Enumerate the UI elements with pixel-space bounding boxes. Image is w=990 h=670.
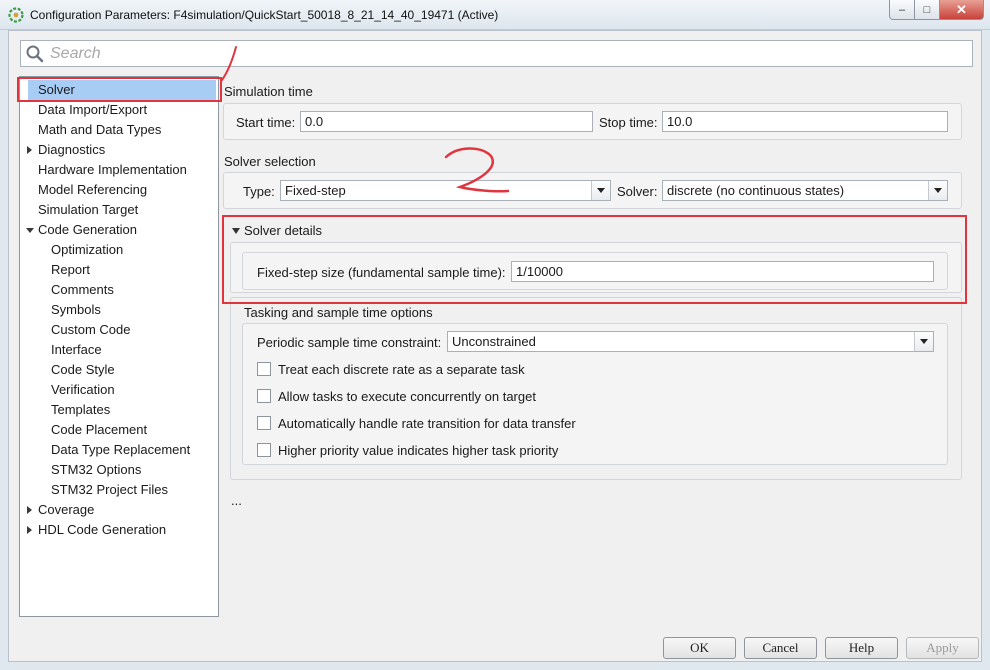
tree-item-stm32-project-files[interactable]: STM32 Project Files bbox=[51, 480, 168, 500]
fixed-step-size-label: Fixed-step size (fundamental sample time… bbox=[257, 265, 506, 280]
tree-item-label: Coverage bbox=[38, 502, 95, 517]
tree-item-label: Comments bbox=[51, 282, 114, 297]
simulink-app-icon bbox=[8, 7, 24, 23]
tree-item-label: STM32 Options bbox=[51, 462, 142, 477]
periodic-constraint-dropdown[interactable]: Unconstrained bbox=[447, 331, 934, 352]
stop-time-label: Stop time: bbox=[599, 115, 658, 130]
tree-item-label: Diagnostics bbox=[38, 142, 106, 157]
tree-item-coverage[interactable]: Coverage bbox=[26, 500, 94, 520]
tree-item-interface[interactable]: Interface bbox=[51, 340, 102, 360]
rate-transition-label: Automatically handle rate transition for… bbox=[278, 416, 576, 431]
window-controls: – □ ✕ bbox=[889, 0, 984, 22]
tree-item-label: Math and Data Types bbox=[38, 122, 162, 137]
tree-item-label: Hardware Implementation bbox=[38, 162, 187, 177]
tree-item-label: Report bbox=[51, 262, 91, 277]
collapse-arrow-icon[interactable] bbox=[26, 228, 34, 233]
higher-priority-label: Higher priority value indicates higher t… bbox=[278, 443, 559, 458]
expand-arrow-icon[interactable] bbox=[27, 526, 32, 534]
chevron-down-icon[interactable] bbox=[928, 181, 947, 200]
tree-item-label: Templates bbox=[51, 402, 111, 417]
stop-time-field[interactable]: 10.0 bbox=[662, 111, 948, 132]
tree-item-stm32-options[interactable]: STM32 Options bbox=[51, 460, 141, 480]
expand-arrow-icon[interactable] bbox=[27, 506, 32, 514]
tree-item-model-referencing[interactable]: Model Referencing bbox=[38, 180, 147, 200]
separate-task-label: Treat each discrete rate as a separate t… bbox=[278, 362, 525, 377]
tree-item-templates[interactable]: Templates bbox=[51, 400, 110, 420]
tree-item-label: Data Type Replacement bbox=[51, 442, 191, 457]
fixed-step-size-field[interactable]: 1/10000 bbox=[511, 261, 934, 282]
tree-item-comments[interactable]: Comments bbox=[51, 280, 114, 300]
tree-item-diagnostics[interactable]: Diagnostics bbox=[26, 140, 105, 160]
solver-dropdown[interactable]: discrete (no continuous states) bbox=[662, 180, 948, 201]
solver-details-heading: Solver details bbox=[244, 223, 323, 238]
tree-item-label: Symbols bbox=[51, 302, 101, 317]
tree-item-math-and-data-types[interactable]: Math and Data Types bbox=[38, 120, 161, 140]
window-title: Configuration Parameters: F4simulation/Q… bbox=[30, 8, 499, 22]
title-bar: Configuration Parameters: F4simulation/Q… bbox=[0, 0, 990, 30]
tree-item-hardware-implementation[interactable]: Hardware Implementation bbox=[38, 160, 187, 180]
search-box[interactable] bbox=[20, 40, 973, 67]
category-tree[interactable]: Solver Data Import/Export Math and Data … bbox=[19, 76, 219, 617]
tree-item-data-type-replacement[interactable]: Data Type Replacement bbox=[51, 440, 190, 460]
tree-item-label: Model Referencing bbox=[38, 182, 148, 197]
tree-item-code-style[interactable]: Code Style bbox=[51, 360, 115, 380]
tree-item-code-placement[interactable]: Code Placement bbox=[51, 420, 147, 440]
dialog-client-area: Solver Data Import/Export Math and Data … bbox=[8, 30, 982, 662]
search-icon bbox=[26, 45, 44, 63]
tree-item-symbols[interactable]: Symbols bbox=[51, 300, 101, 320]
minimize-button[interactable]: – bbox=[889, 0, 915, 20]
tree-item-custom-code[interactable]: Custom Code bbox=[51, 320, 130, 340]
close-button[interactable]: ✕ bbox=[940, 0, 984, 20]
solver-label: Solver: bbox=[617, 184, 658, 199]
maximize-button[interactable]: □ bbox=[915, 0, 940, 20]
tree-item-label: Code Generation bbox=[38, 222, 138, 237]
type-dropdown-value: Fixed-step bbox=[285, 183, 346, 198]
expand-arrow-icon[interactable] bbox=[27, 146, 32, 154]
tree-item-verification[interactable]: Verification bbox=[51, 380, 115, 400]
collapse-arrow-icon[interactable] bbox=[232, 228, 240, 234]
tree-item-label: Optimization bbox=[51, 242, 124, 257]
tree-item-label: HDL Code Generation bbox=[38, 522, 167, 537]
simulation-time-heading: Simulation time bbox=[224, 84, 313, 99]
solver-selection-heading: Solver selection bbox=[224, 154, 316, 169]
tree-item-solver[interactable]: Solver bbox=[28, 80, 216, 100]
separate-task-checkbox[interactable] bbox=[257, 362, 271, 376]
rate-transition-checkbox[interactable] bbox=[257, 416, 271, 430]
cancel-button[interactable]: Cancel bbox=[744, 637, 817, 659]
tree-item-label: Data Import/Export bbox=[38, 102, 148, 117]
type-dropdown[interactable]: Fixed-step bbox=[280, 180, 611, 201]
tree-item-label: Simulation Target bbox=[38, 202, 139, 217]
search-input[interactable] bbox=[48, 43, 948, 64]
tree-item-optimization[interactable]: Optimization bbox=[51, 240, 123, 260]
tree-item-simulation-target[interactable]: Simulation Target bbox=[38, 200, 138, 220]
start-time-label: Start time: bbox=[236, 115, 296, 130]
tree-item-label: Interface bbox=[51, 342, 102, 357]
periodic-constraint-value: Unconstrained bbox=[452, 334, 536, 349]
tree-item-label: STM32 Project Files bbox=[51, 482, 169, 497]
more-options-ellipsis[interactable]: ... bbox=[231, 493, 242, 508]
tree-item-label: Verification bbox=[51, 382, 115, 397]
tree-item-label: Solver bbox=[38, 82, 75, 97]
solver-dropdown-value: discrete (no continuous states) bbox=[667, 183, 845, 198]
chevron-down-icon[interactable] bbox=[914, 332, 933, 351]
tree-item-data-import-export[interactable]: Data Import/Export bbox=[38, 100, 147, 120]
tree-item-label: Custom Code bbox=[51, 322, 131, 337]
tree-item-report[interactable]: Report bbox=[51, 260, 90, 280]
higher-priority-checkbox[interactable] bbox=[257, 443, 271, 457]
solver-details-header[interactable]: Solver details bbox=[231, 223, 322, 238]
tree-item-hdl-code-generation[interactable]: HDL Code Generation bbox=[26, 520, 166, 540]
ok-button[interactable]: OK bbox=[663, 637, 736, 659]
type-label: Type: bbox=[243, 184, 275, 199]
periodic-constraint-label: Periodic sample time constraint: bbox=[257, 335, 442, 350]
apply-button[interactable]: Apply bbox=[906, 637, 979, 659]
chevron-down-icon[interactable] bbox=[591, 181, 610, 200]
tree-item-label: Code Placement bbox=[51, 422, 148, 437]
help-button[interactable]: Help bbox=[825, 637, 898, 659]
start-time-field[interactable]: 0.0 bbox=[300, 111, 593, 132]
concurrent-tasks-checkbox[interactable] bbox=[257, 389, 271, 403]
concurrent-tasks-label: Allow tasks to execute concurrently on t… bbox=[278, 389, 536, 404]
tree-item-label: Code Style bbox=[51, 362, 115, 377]
tree-item-code-generation[interactable]: Code Generation bbox=[26, 220, 137, 240]
